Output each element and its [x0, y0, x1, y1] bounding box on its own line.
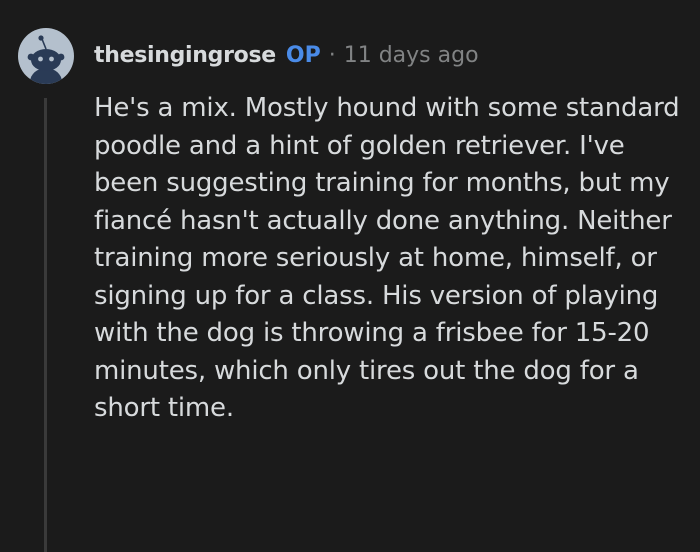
thread-collapse-line[interactable] — [44, 98, 47, 552]
user-avatar[interactable] — [18, 28, 74, 84]
op-badge: OP — [285, 42, 321, 68]
comment-timestamp[interactable]: 11 days ago — [344, 43, 479, 68]
reddit-snoo-avatar-icon — [27, 35, 65, 84]
comment-header: thesingingrose OP · 11 days ago — [94, 38, 479, 72]
comment: thesingingrose OP · 11 days ago He's a m… — [0, 0, 700, 552]
comment-body: He's a mix. Mostly hound with some stand… — [94, 93, 680, 423]
separator-dot: · — [328, 42, 336, 68]
username-link[interactable]: thesingingrose — [94, 43, 276, 68]
